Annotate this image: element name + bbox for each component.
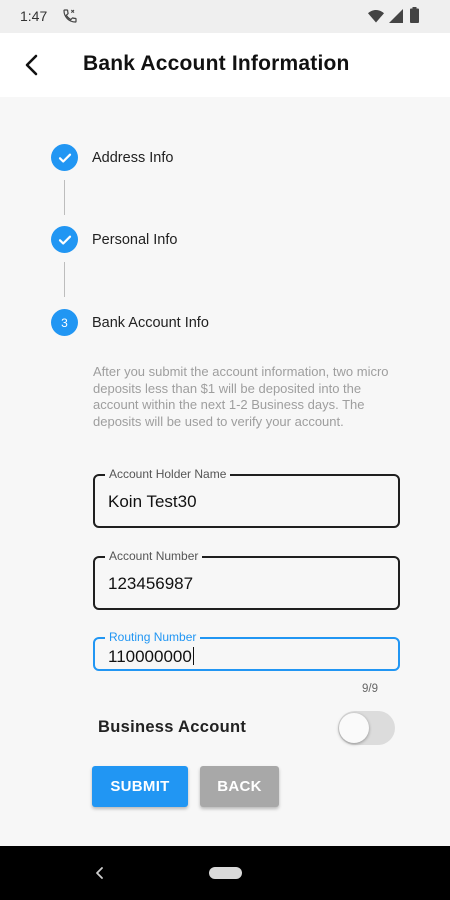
account-holder-name-value: Koin Test30 — [108, 492, 197, 511]
text-cursor — [192, 647, 194, 665]
check-icon — [58, 153, 71, 163]
character-counter: 9/9 — [362, 683, 378, 695]
step-label-bank-account-info: Bank Account Info — [92, 315, 209, 331]
verification-info-text: After you submit the account information… — [93, 364, 389, 429]
step-3-active-marker: 3 — [51, 309, 78, 336]
step-label-address-info: Address Info — [92, 150, 174, 166]
signal-icon — [389, 9, 403, 23]
routing-number-field[interactable]: Routing Number 110000000 — [93, 630, 400, 671]
status-time: 1:47 — [20, 8, 48, 24]
account-number-label: Account Number — [105, 549, 203, 563]
routing-number-value-wrap: 110000000 — [108, 647, 194, 667]
app-bar: Bank Account Information — [0, 33, 450, 97]
business-account-label: Business Account — [98, 718, 247, 736]
toggle-knob — [339, 713, 369, 743]
step-connector — [64, 262, 65, 297]
status-bar: 1:47 — [0, 0, 450, 33]
arrow-back-icon[interactable] — [18, 51, 46, 79]
check-icon — [58, 235, 71, 245]
step-1-complete-marker — [51, 144, 78, 171]
system-nav-bar — [0, 846, 450, 900]
account-number-value: 123456987 — [108, 574, 194, 593]
account-number-field[interactable]: Account Number 123456987 — [93, 549, 400, 610]
nav-back-icon[interactable] — [93, 865, 107, 881]
battery-icon — [410, 7, 419, 23]
home-pill-icon[interactable] — [209, 867, 242, 879]
step-connector — [64, 180, 65, 215]
business-account-toggle[interactable] — [338, 711, 395, 745]
step-label-personal-info: Personal Info — [92, 232, 178, 248]
account-holder-name-field[interactable]: Account Holder Name Koin Test30 — [93, 467, 400, 528]
submit-button[interactable]: SUBMIT — [92, 766, 188, 807]
step-2-complete-marker — [51, 226, 78, 253]
wifi-icon — [368, 10, 384, 23]
account-holder-name-label: Account Holder Name — [105, 467, 231, 481]
routing-number-label: Routing Number — [105, 630, 201, 644]
call-icon — [63, 9, 77, 23]
back-button[interactable]: BACK — [200, 766, 279, 807]
page-title: Bank Account Information — [83, 52, 350, 75]
routing-number-value: 110000000 — [108, 647, 192, 666]
